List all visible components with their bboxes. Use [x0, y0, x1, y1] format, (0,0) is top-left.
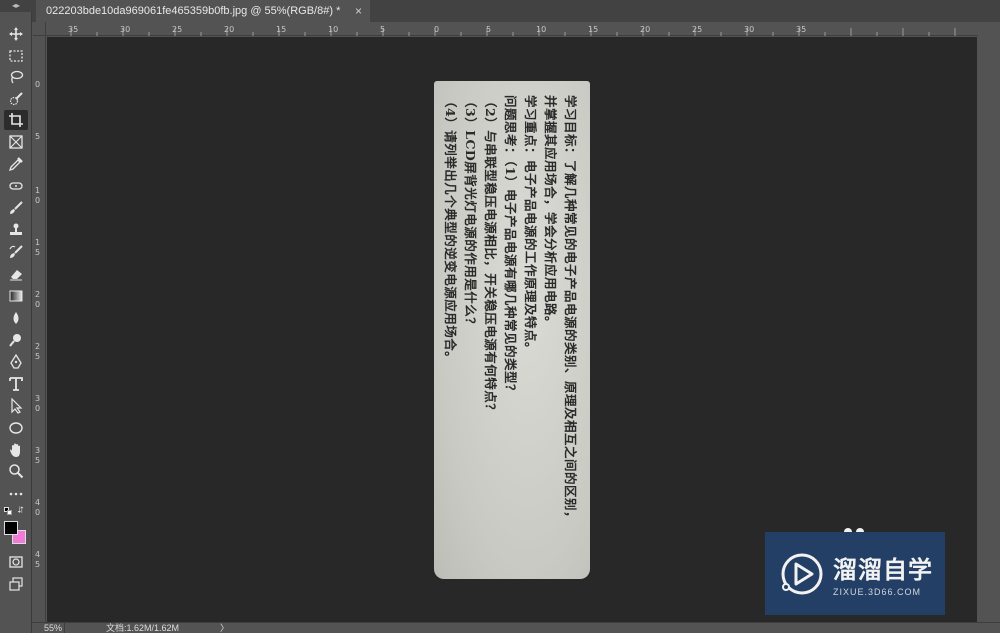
ruler-label: 0: [434, 25, 440, 34]
healing-brush-tool-icon[interactable]: [4, 176, 28, 196]
ruler-label: 2: [35, 342, 41, 351]
document-text-block: 学习目标：了解几种常见的电子产品电源的类别、原理及相互之间的区别， 并掌握其应用…: [434, 81, 590, 579]
document-line: （2）与串联型稳压电源相比，开关稳压电源有何特点？: [483, 95, 498, 417]
ruler-label: 20: [640, 25, 651, 34]
ruler-label: 0: [35, 404, 41, 413]
ruler-label: 5: [35, 456, 41, 465]
screen-mode-icon[interactable]: [4, 574, 28, 594]
dodge-tool-icon[interactable]: [4, 330, 28, 350]
frame-tool-icon[interactable]: [4, 132, 28, 152]
ruler-label: 20: [224, 25, 235, 34]
ruler-label: 4: [35, 550, 41, 559]
ruler-corner: [33, 22, 46, 36]
ruler-label: 0: [35, 196, 41, 205]
status-divider: [64, 623, 65, 633]
brush-tool-icon[interactable]: [4, 198, 28, 218]
ruler-label: 10: [536, 25, 547, 34]
document-size-info: 文档:1.62M/1.62M: [106, 623, 180, 633]
document-tab[interactable]: 022203bde10da969061fe465359b0fb.jpg @ 55…: [36, 0, 370, 22]
ruler-label: 30: [744, 25, 755, 34]
document-line: 并掌握其应用场合，学会分析应用电路。: [543, 95, 558, 330]
ruler-label: 35: [68, 25, 79, 34]
document-line: （4）请列举出几个典型的逆变电源应用场合。: [443, 95, 458, 365]
lasso-tool-icon[interactable]: [4, 67, 28, 87]
document-line: （3）LCD屏背光灯电源的作用是什么？: [463, 95, 478, 331]
ruler-label: 10: [328, 25, 339, 34]
watermark-logo: 溜溜自学 ZIXUE.3D66.COM: [765, 532, 945, 615]
path-select-tool-icon[interactable]: [4, 396, 28, 416]
foreground-color-swatch[interactable]: [4, 521, 18, 535]
toolbar-collapse-handle[interactable]: ◂▸: [0, 0, 32, 12]
ruler-label: 5: [486, 25, 492, 34]
horizontal-ruler[interactable]: 35 30 25 20 15 10 5 0 5 10 15 20 25 30 3…: [46, 22, 978, 36]
status-bar: 55% 文档:1.62M/1.62M 〉: [32, 622, 1000, 633]
vertical-ruler[interactable]: 0 5 1 0 1 5 2 0 2 5 3 0 3 5 4 0 4 5: [33, 36, 46, 622]
ruler-label: 5: [35, 248, 41, 257]
close-tab-icon[interactable]: ×: [355, 4, 362, 18]
ruler-label: 3: [35, 394, 41, 403]
more-tools-icon[interactable]: [4, 484, 28, 504]
ruler-label: 1: [35, 186, 41, 195]
document-image[interactable]: 学习目标：了解几种常见的电子产品电源的类别、原理及相互之间的区别， 并掌握其应用…: [434, 81, 590, 579]
pen-tool-icon[interactable]: [4, 352, 28, 372]
status-menu-arrow-icon[interactable]: 〉: [220, 623, 229, 633]
ruler-label: 5: [35, 560, 41, 569]
marquee-tool-icon[interactable]: [4, 46, 28, 66]
ruler-label: 5: [35, 352, 41, 361]
document-line: 学习重点：电子产品电源的工作原理及特点。: [523, 95, 538, 356]
watermark-subtitle: ZIXUE.3D66.COM: [833, 587, 922, 597]
eyedropper-tool-icon[interactable]: [4, 154, 28, 174]
swap-colors-icon[interactable]: ⮃: [17, 505, 24, 516]
ruler-label: 0: [35, 80, 41, 89]
gradient-tool-icon[interactable]: [4, 286, 28, 306]
play-logo-icon: [781, 553, 823, 594]
zoom-tool-icon[interactable]: [4, 461, 28, 481]
document-tab-bar: 022203bde10da969061fe465359b0fb.jpg @ 55…: [32, 0, 1000, 22]
ellipse-tool-icon[interactable]: [4, 418, 28, 438]
ruler-label: 5: [380, 25, 386, 34]
ruler-label: 1: [35, 238, 41, 247]
clone-stamp-tool-icon[interactable]: [4, 220, 28, 240]
ruler-label: 2: [35, 290, 41, 299]
move-tool-icon[interactable]: [4, 24, 28, 44]
quick-mask-icon[interactable]: [4, 552, 28, 572]
right-panel-edge: [978, 36, 1000, 622]
ruler-label: 25: [172, 25, 183, 34]
ruler-ticks: [70, 28, 956, 36]
ruler-label: 25: [692, 25, 703, 34]
ruler-label: 0: [35, 508, 41, 517]
ruler-label: 35: [796, 25, 807, 34]
default-colors-icon[interactable]: [4, 507, 12, 515]
ruler-label: 15: [588, 25, 599, 34]
zoom-level-field[interactable]: 55%: [44, 623, 62, 633]
hand-tool-icon[interactable]: [4, 440, 28, 460]
crop-tool-icon[interactable]: [4, 110, 28, 130]
eraser-tool-icon[interactable]: [4, 264, 28, 284]
ruler-label: 30: [120, 25, 131, 34]
document-tab-title: 022203bde10da969061fe465359b0fb.jpg @ 55…: [46, 5, 341, 17]
document-line: 问题思考：（1）电子产品电源有哪几种常见的类型？: [503, 95, 518, 397]
ruler-label: 3: [35, 446, 41, 455]
blur-tool-icon[interactable]: [4, 308, 28, 328]
ruler-label: 5: [35, 132, 41, 141]
history-brush-tool-icon[interactable]: [4, 242, 28, 262]
ruler-label: 15: [276, 25, 287, 34]
ruler-label: 4: [35, 498, 41, 507]
document-line: 学习目标：了解几种常见的电子产品电源的类别、原理及相互之间的区别，: [563, 95, 578, 525]
type-tool-icon[interactable]: [4, 374, 28, 394]
ruler-label: 0: [35, 300, 41, 309]
quick-select-tool-icon[interactable]: [4, 89, 28, 109]
tools-panel: ◂▸ ⮃: [0, 0, 32, 633]
watermark-title: 溜溜自学: [833, 556, 933, 584]
